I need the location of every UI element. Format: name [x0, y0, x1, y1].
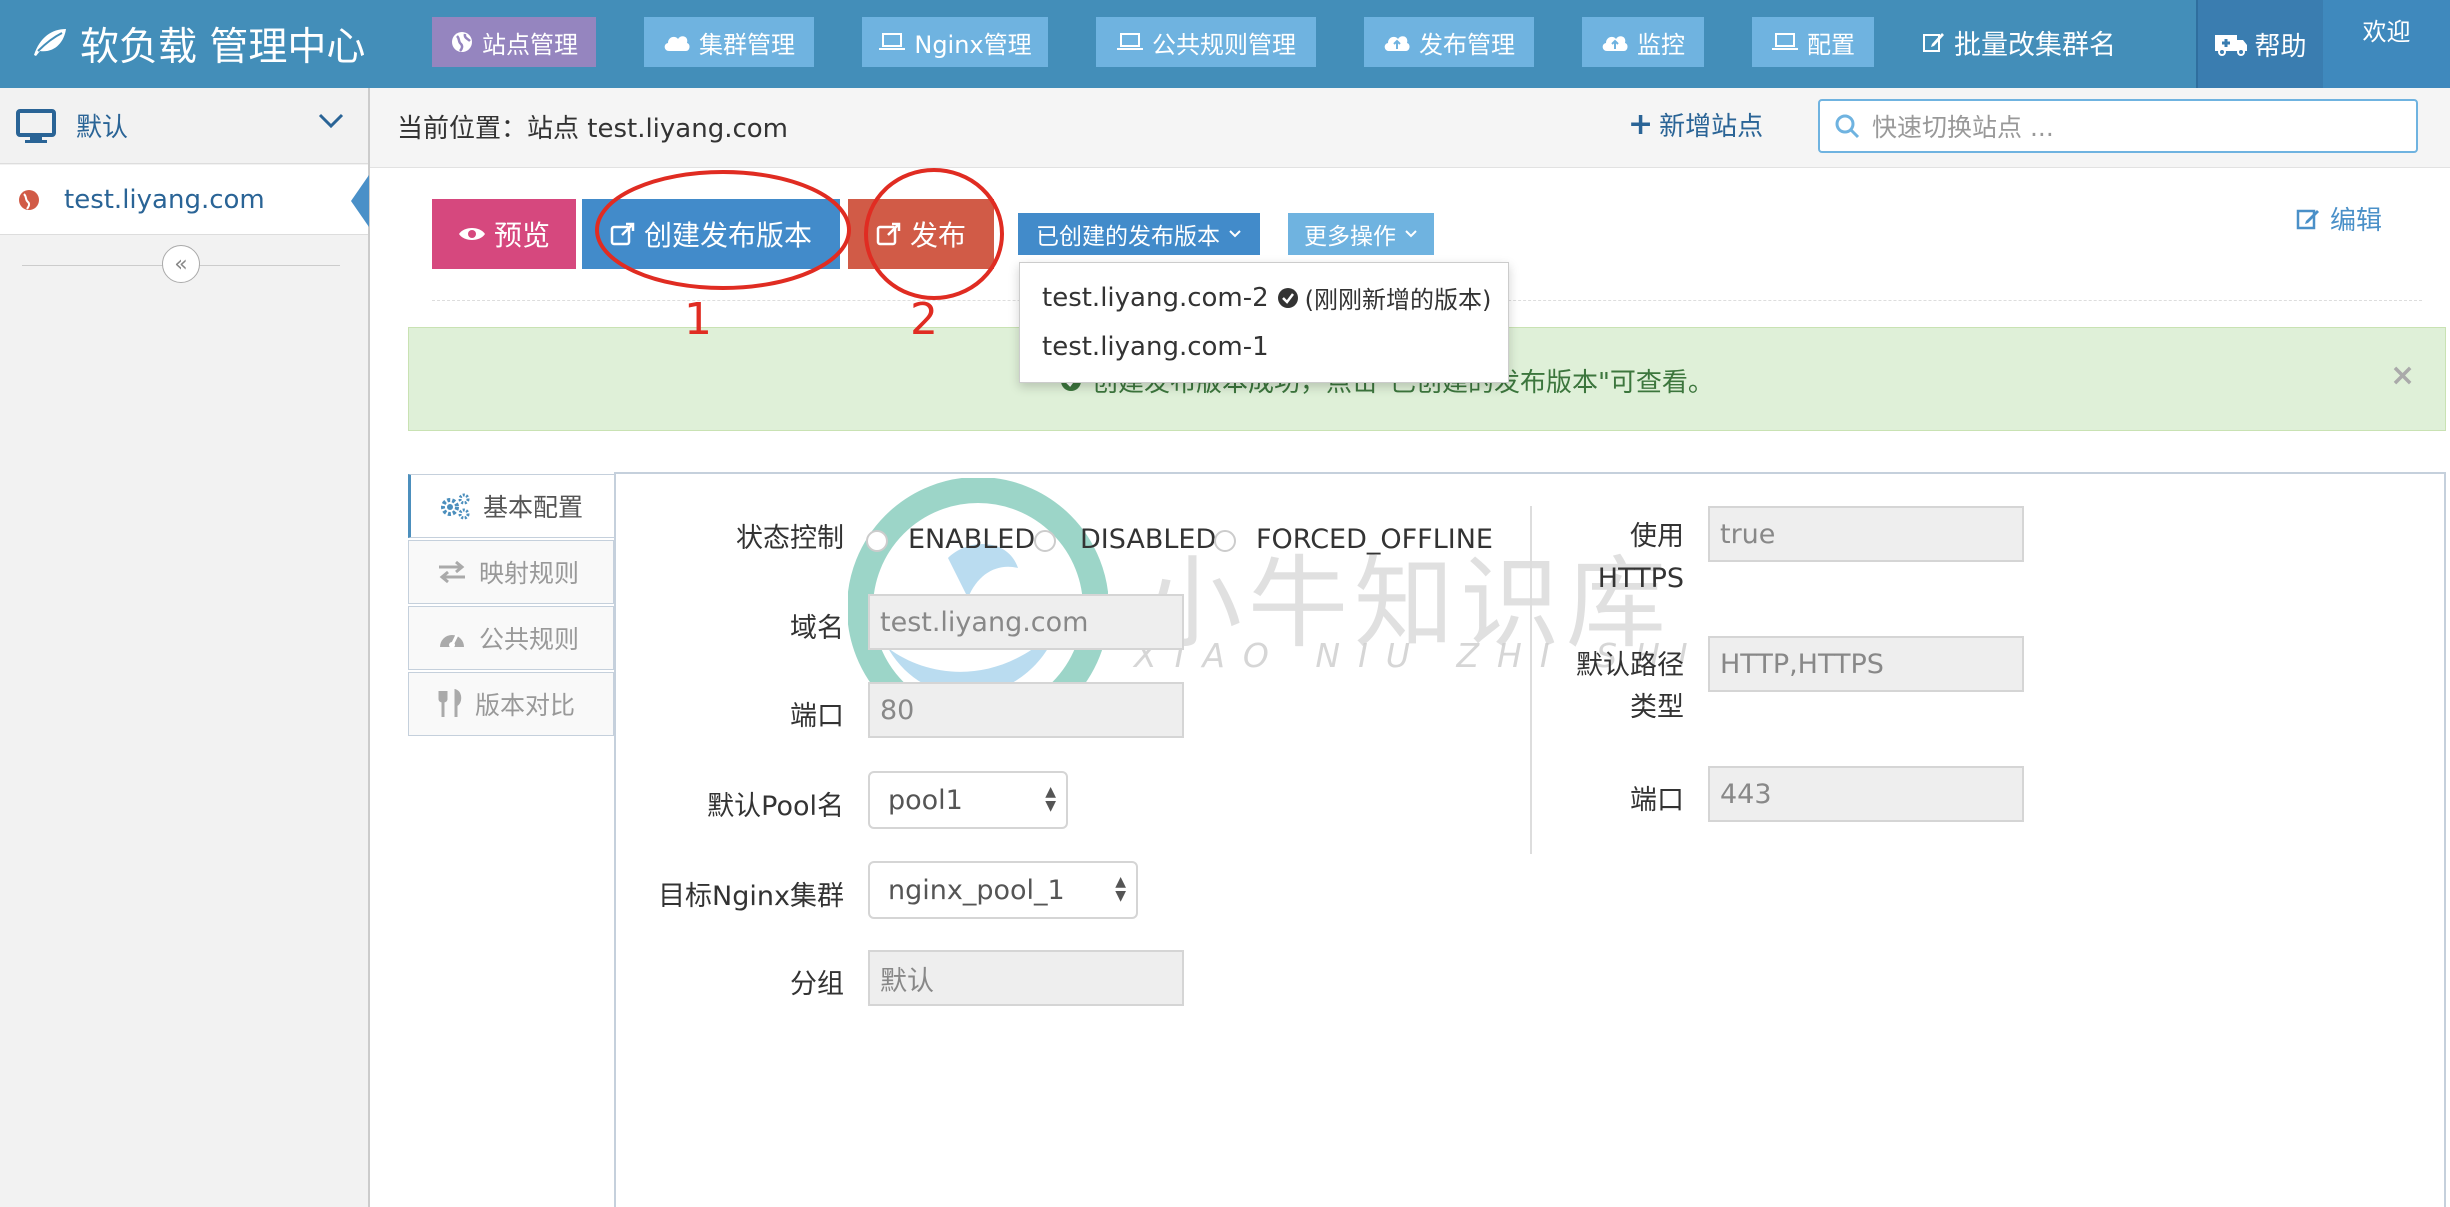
radio-forced-offline[interactable]: [1214, 530, 1236, 556]
eye-icon: [458, 224, 486, 244]
gears-icon: [439, 492, 471, 520]
radio-disabled-label: DISABLED: [1080, 524, 1217, 555]
edit-link[interactable]: 编辑: [2296, 200, 2382, 237]
leaf-icon: [32, 22, 80, 67]
nav-configuration[interactable]: 配置: [1752, 17, 1874, 67]
use-https-label: 使用 HTTPS: [1597, 521, 1684, 594]
globe-icon: [450, 30, 474, 54]
caret-down-icon: [1404, 229, 1418, 239]
help-button[interactable]: 帮助: [2196, 0, 2325, 88]
cutlery-icon: [437, 689, 463, 719]
https-port-field[interactable]: 443: [1708, 766, 2024, 822]
welcome-user[interactable]: 欢迎: [2323, 0, 2450, 88]
default-path-type-field[interactable]: HTTP,HTTPS: [1708, 636, 2024, 692]
desktop-icon: [16, 108, 56, 143]
target-nginx-cluster-select[interactable]: nginx_pool_1 ▲ ▼: [868, 861, 1138, 919]
group-label: 分组: [790, 969, 844, 1000]
menu-item-version[interactable]: test.liyang.com-2 (刚刚新增的版本): [1042, 280, 1491, 315]
cloud-icon: [663, 32, 691, 52]
annotation-ellipse-1: [592, 166, 854, 298]
radio-enabled[interactable]: [866, 530, 888, 556]
chevron-down-icon: [318, 112, 344, 130]
ambulance-icon: [2214, 32, 2248, 56]
nav-release-management[interactable]: 发布管理: [1364, 17, 1534, 67]
target-nginx-cluster-label: 目标Nginx集群: [658, 881, 844, 912]
breadcrumb: 当前位置：站点 test.liyang.com: [397, 114, 789, 144]
globe-icon: [18, 189, 40, 211]
status-control-label: 状态控制: [736, 523, 844, 554]
site-search-input[interactable]: 快速切换站点 ...: [1818, 99, 2418, 153]
tab-basic-config[interactable]: 基本配置: [408, 474, 614, 538]
column-divider: [1530, 506, 1532, 854]
plus-icon: +: [1628, 107, 1654, 142]
nav-public-rules-management[interactable]: 公共规则管理: [1096, 17, 1316, 67]
sidebar-group-label: 默认: [76, 113, 129, 143]
more-actions-dropdown[interactable]: 更多操作: [1288, 213, 1434, 255]
exchange-icon: [437, 560, 467, 584]
default-path-type-label: 默认路径 类型: [1576, 650, 1684, 723]
cloud-upload-icon: [1601, 31, 1629, 53]
double-chevron-left-icon: «: [174, 251, 188, 277]
dashboard-icon: [437, 625, 467, 651]
tab-mapping-rules[interactable]: 映射规则: [408, 540, 614, 604]
created-versions-dropdown[interactable]: 已创建的发布版本: [1018, 213, 1260, 255]
default-pool-select[interactable]: pool1 ▲ ▼: [868, 771, 1068, 829]
radio-disabled[interactable]: [1034, 530, 1056, 556]
search-icon: [1834, 113, 1860, 139]
laptop-icon: [878, 32, 906, 52]
default-pool-label: 默认Pool名: [707, 791, 844, 822]
edit-icon: [2296, 206, 2322, 232]
caret-down-icon: [1228, 229, 1242, 239]
port-label: 端口: [790, 701, 844, 732]
select-arrows-icon: ▲ ▼: [1045, 784, 1056, 814]
annotation-ellipse-2: [860, 164, 1008, 308]
sidebar-group-header[interactable]: 默认: [0, 88, 368, 164]
select-arrows-icon: ▲ ▼: [1115, 874, 1126, 904]
brand-title: 软负载 管理中心: [80, 25, 366, 70]
nav-site-management[interactable]: 站点管理: [432, 17, 596, 67]
check-circle-icon: [1277, 287, 1299, 309]
use-https-field[interactable]: true: [1708, 506, 2024, 562]
preview-button[interactable]: 预览: [432, 199, 576, 269]
search-placeholder: 快速切换站点 ...: [1872, 113, 2054, 142]
annotation-number-2: 2: [910, 294, 938, 345]
cloud-upload-icon: [1383, 31, 1411, 53]
edit-icon: [1922, 30, 1946, 54]
brand[interactable]: 软负载 管理中心: [32, 14, 365, 74]
radio-forced-offline-label: FORCED_OFFLINE: [1256, 524, 1493, 555]
nav-monitoring[interactable]: 监控: [1582, 17, 1704, 67]
laptop-icon: [1116, 32, 1144, 52]
tab-version-compare[interactable]: 版本对比: [408, 672, 614, 736]
sidebar-collapse-button[interactable]: «: [162, 245, 200, 283]
nav-nginx-management[interactable]: Nginx管理: [862, 17, 1048, 67]
alert-close-button[interactable]: ×: [2390, 358, 2415, 393]
nav-batch-rename-cluster[interactable]: 批量改集群名: [1922, 17, 2116, 67]
domain-field[interactable]: test.liyang.com: [868, 594, 1184, 650]
menu-item-version[interactable]: test.liyang.com-1: [1042, 332, 1269, 362]
sidebar-item-label: test.liyang.com: [64, 184, 265, 215]
domain-label: 域名: [790, 613, 844, 644]
radio-enabled-label: ENABLED: [908, 524, 1036, 555]
nav-cluster-management[interactable]: 集群管理: [644, 17, 814, 67]
sidebar-item-site[interactable]: test.liyang.com: [0, 165, 368, 235]
tab-public-rules[interactable]: 公共规则: [408, 606, 614, 670]
laptop-icon: [1771, 32, 1799, 52]
port-field[interactable]: 80: [868, 682, 1184, 738]
active-item-arrow: [351, 175, 369, 227]
annotation-number-1: 1: [684, 294, 712, 345]
https-port-label: 端口: [1630, 785, 1684, 816]
add-site-link[interactable]: + 新增站点: [1628, 106, 1763, 143]
group-field[interactable]: 默认: [868, 950, 1184, 1006]
